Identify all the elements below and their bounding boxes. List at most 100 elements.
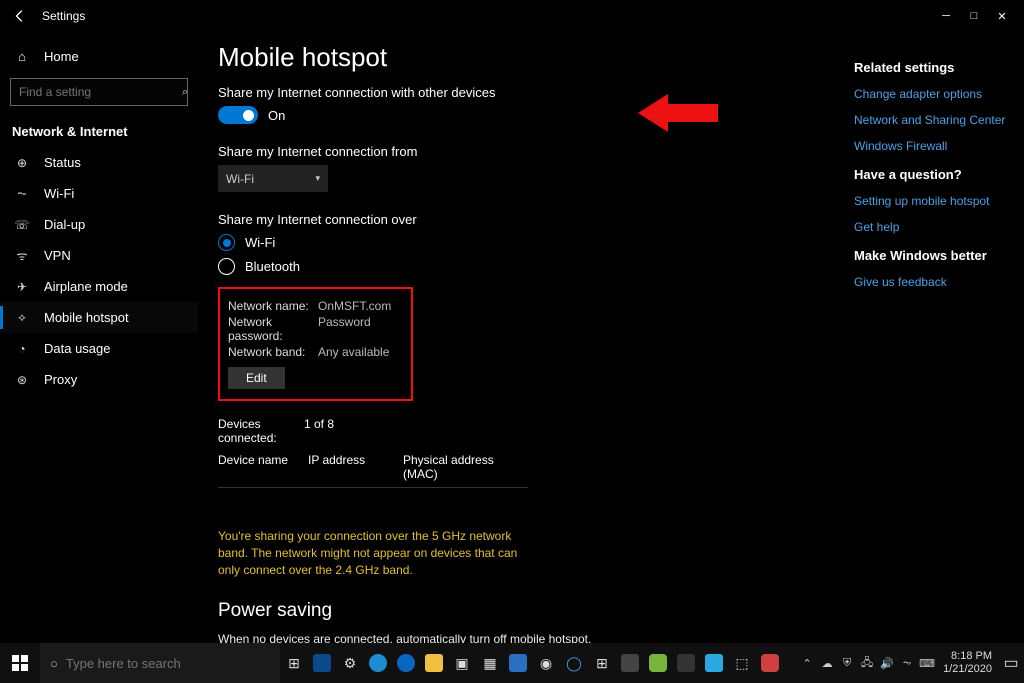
clock-date: 1/21/2020 (943, 663, 992, 676)
share-toggle[interactable] (218, 106, 258, 124)
col-device-name: Device name (218, 453, 308, 481)
sidebar-item-dialup[interactable]: ☏ Dial-up (0, 209, 198, 240)
edge-icon[interactable] (364, 643, 392, 683)
settings-icon[interactable]: ⚙ (336, 643, 364, 683)
start-button[interactable] (0, 643, 40, 683)
home-icon: ⌂ (12, 49, 32, 64)
devices-table: Device name IP address Physical address … (218, 450, 528, 488)
sidebar: ⌂ Home ⌕ Network & Internet ⊕ Status ⏦ W… (0, 32, 198, 643)
sidebar-item-wifi[interactable]: ⏦ Wi-Fi (0, 178, 198, 209)
network-password-value: Password (318, 315, 371, 343)
home-nav[interactable]: ⌂ Home (0, 38, 198, 74)
edit-button[interactable]: Edit (228, 367, 285, 389)
app7-icon[interactable] (756, 643, 784, 683)
xbox-icon[interactable]: ◉ (532, 643, 560, 683)
store-icon[interactable] (308, 643, 336, 683)
edge-legacy-icon[interactable] (392, 643, 420, 683)
radio-bluetooth[interactable]: Bluetooth (218, 258, 854, 275)
col-ip: IP address (308, 453, 403, 481)
page-title: Mobile hotspot (218, 42, 854, 73)
dialup-icon: ☏ (12, 218, 32, 232)
close-button[interactable]: ✕ (988, 10, 1016, 23)
tray-onedrive-icon[interactable]: ☁ (817, 657, 837, 670)
sidebar-item-label: Status (44, 155, 81, 170)
search-icon: ⌕ (182, 86, 188, 99)
band-warning: You're sharing your connection over the … (218, 528, 528, 578)
maximize-button[interactable]: □ (960, 10, 988, 22)
explorer-icon[interactable] (420, 643, 448, 683)
tray-volume-icon[interactable]: 🔊 (877, 657, 897, 670)
back-button[interactable] (8, 9, 32, 23)
network-name-value: OnMSFT.com (318, 299, 391, 313)
sidebar-item-label: Airplane mode (44, 279, 128, 294)
sidebar-item-label: Dial-up (44, 217, 85, 232)
link-feedback[interactable]: Give us feedback (854, 275, 1010, 289)
hotspot-icon: ⟡ (12, 310, 32, 325)
related-settings-title: Related settings (854, 60, 1010, 75)
settings-search[interactable]: ⌕ (10, 78, 188, 106)
app-icon[interactable]: ▦ (476, 643, 504, 683)
radio-icon (218, 258, 235, 275)
sidebar-item-label: VPN (44, 248, 71, 263)
tray-network-icon[interactable]: 🖧 (857, 654, 877, 673)
tray-defender-icon[interactable]: ⛨ (837, 657, 857, 670)
mail-icon[interactable] (504, 643, 532, 683)
settings-search-input[interactable] (11, 85, 182, 99)
col-mac: Physical address (MAC) (403, 453, 528, 481)
sidebar-item-label: Data usage (44, 341, 111, 356)
sidebar-item-hotspot[interactable]: ⟡ Mobile hotspot (0, 302, 198, 333)
sidebar-item-proxy[interactable]: ⊛ Proxy (0, 364, 198, 395)
tray-chevron-icon[interactable]: ⌃ (797, 657, 817, 670)
share-from-label: Share my Internet connection from (218, 144, 854, 159)
sidebar-section-title: Network & Internet (0, 116, 198, 147)
radio-icon (218, 234, 235, 251)
app5-icon[interactable] (700, 643, 728, 683)
link-sharing-center[interactable]: Network and Sharing Center (854, 113, 1010, 127)
network-name-key: Network name: (228, 299, 318, 313)
table-divider (218, 487, 528, 488)
share-label: Share my Internet connection with other … (218, 85, 854, 100)
radio-wifi[interactable]: Wi-Fi (218, 234, 854, 251)
vpn-icon: ᯤ (12, 247, 32, 264)
link-setup-hotspot[interactable]: Setting up mobile hotspot (854, 194, 1010, 208)
power-saving-title: Power saving (218, 600, 854, 622)
system-tray: ⌃ ☁ ⛨ 🖧 🔊 ⏦ ⌨ 8:18 PM 1/21/2020 ▭ (797, 643, 1024, 683)
app6-icon[interactable]: ⬚ (728, 643, 756, 683)
app3-icon[interactable] (644, 643, 672, 683)
sidebar-item-data-usage[interactable]: ◔ Data usage (0, 333, 198, 364)
share-from-dropdown[interactable]: Wi-Fi ▾ (218, 165, 328, 192)
tray-wifi-icon[interactable]: ⏦ (897, 657, 917, 670)
link-get-help[interactable]: Get help (854, 220, 1010, 234)
sidebar-item-airplane[interactable]: ✈ Airplane mode (0, 271, 198, 302)
notifications-icon[interactable]: ▭ (998, 653, 1024, 673)
taskbar-search[interactable]: ○ (40, 643, 280, 683)
data-usage-icon: ◔ (12, 342, 32, 356)
status-icon: ⊕ (12, 156, 32, 170)
clock-time: 8:18 PM (943, 650, 992, 663)
calculator-icon[interactable]: ⊞ (588, 643, 616, 683)
sidebar-item-vpn[interactable]: ᯤ VPN (0, 240, 198, 271)
taskbar-clock[interactable]: 8:18 PM 1/21/2020 (937, 650, 998, 675)
question-title: Have a question? (854, 167, 1010, 182)
chevron-down-icon: ▾ (315, 173, 320, 184)
network-band-key: Network band: (228, 345, 318, 359)
home-label: Home (44, 49, 79, 64)
app4-icon[interactable] (672, 643, 700, 683)
sidebar-item-label: Wi-Fi (44, 186, 74, 201)
dropdown-value: Wi-Fi (226, 172, 254, 186)
link-firewall[interactable]: Windows Firewall (854, 139, 1010, 153)
minimize-button[interactable]: ─ (932, 10, 960, 22)
tray-keyboard-icon[interactable]: ⌨ (917, 657, 937, 670)
cortana-icon[interactable]: ◯ (560, 643, 588, 683)
sidebar-item-status[interactable]: ⊕ Status (0, 147, 198, 178)
taskbar-search-input[interactable] (66, 656, 270, 671)
devices-connected-value: 1 of 8 (304, 417, 334, 445)
main-content: Mobile hotspot Share my Internet connect… (198, 32, 854, 643)
task-view-icon[interactable]: ⊞ (280, 643, 308, 683)
network-password-key: Network password: (228, 315, 318, 343)
link-adapter-options[interactable]: Change adapter options (854, 87, 1010, 101)
better-title: Make Windows better (854, 248, 1010, 263)
terminal-icon[interactable]: ▣ (448, 643, 476, 683)
app2-icon[interactable] (616, 643, 644, 683)
devices-connected-key: Devices connected: (218, 417, 304, 445)
